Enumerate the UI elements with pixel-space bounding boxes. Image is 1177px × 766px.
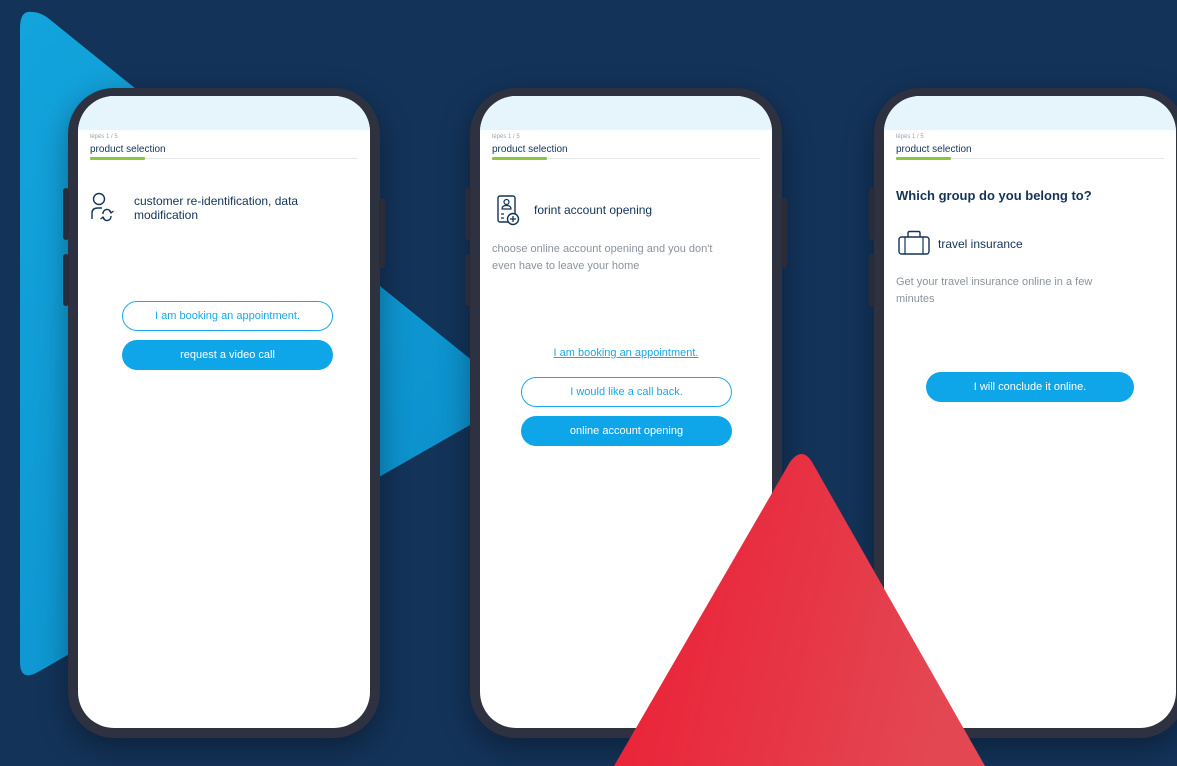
progress-bar [90, 157, 145, 160]
phone-1: lépés 1 / 5 product selection customer r… [63, 88, 385, 738]
item-description: choose online account opening and you do… [492, 243, 713, 272]
progress-bar [896, 157, 951, 160]
step-indicator: lépés 1 / 5 [90, 134, 118, 140]
user-refresh-icon [91, 192, 114, 222]
status-bar [78, 96, 370, 130]
book-appointment-button[interactable]: I am booking an appointment. [122, 301, 333, 331]
suitcase-icon [898, 230, 930, 255]
call-back-button[interactable]: I would like a call back. [521, 377, 732, 407]
page-title: product selection [90, 144, 166, 155]
phone-3: lépés 1 / 5 product selection Which grou… [869, 88, 1177, 738]
page-title: product selection [492, 144, 568, 155]
item-description: Get your travel insurance online in a fe… [896, 276, 1093, 305]
page-title: product selection [896, 144, 972, 155]
phone-2: lépés 1 / 5 product selection forint acc… [465, 88, 787, 738]
status-bar [480, 96, 772, 130]
phone-1-screen: lépés 1 / 5 product selection customer r… [78, 96, 370, 728]
conclude-online-button[interactable]: I will conclude it online. [926, 372, 1134, 402]
book-appointment-link[interactable]: I am booking an appointment. [520, 347, 732, 359]
progress-bar [492, 157, 547, 160]
item-label: forint account opening [534, 203, 653, 217]
phone-3-screen: lépés 1 / 5 product selection Which grou… [884, 96, 1176, 728]
phone-2-screen: lépés 1 / 5 product selection forint acc… [480, 96, 772, 728]
step-indicator: lépés 1 / 5 [896, 134, 924, 140]
document-user-add-icon [497, 195, 520, 226]
online-account-opening-button[interactable]: online account opening [521, 416, 732, 446]
request-video-call-button[interactable]: request a video call [122, 340, 333, 370]
item-label: travel insurance [938, 237, 1023, 251]
step-indicator: lépés 1 / 5 [492, 134, 520, 140]
status-bar [884, 96, 1176, 130]
question-heading: Which group do you belong to? [896, 188, 1092, 203]
item-label: customer re-identification, data modific… [134, 194, 299, 222]
